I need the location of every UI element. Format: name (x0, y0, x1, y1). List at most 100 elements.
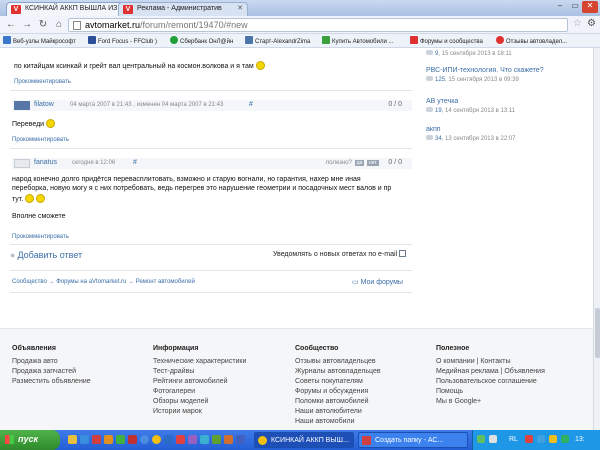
breadcrumb[interactable]: Сообщество → Форумы на aVtomarket.ru → Р… (12, 279, 195, 285)
footer-link[interactable]: Продажа запчастей (12, 367, 91, 377)
tray-icon[interactable] (525, 435, 533, 443)
address-bar[interactable]: avtomarket.ru/forum/remont/19470/#new (68, 18, 568, 32)
reply-link[interactable]: Прокомментировать (12, 234, 69, 240)
back-arrow-icon[interactable]: ← (4, 18, 18, 32)
vote-yes-button[interactable]: да (354, 160, 365, 166)
notify-email[interactable]: Уведомлять о новых ответах по e-mail (273, 250, 407, 258)
chrome-icon[interactable] (152, 435, 161, 444)
quicklaunch-icon[interactable] (80, 435, 89, 444)
bookmark-item[interactable]: Сбербанк ОнЛ@йн (170, 36, 233, 45)
notify-checkbox[interactable] (399, 250, 407, 257)
quicklaunch-icon[interactable] (128, 435, 137, 444)
footer-link[interactable]: Обзоры моделей (153, 397, 246, 407)
avatar[interactable] (14, 101, 30, 110)
avatar[interactable] (14, 159, 30, 168)
bookmark-item[interactable]: Купить Автомобили ... (322, 36, 393, 45)
footer-link[interactable]: Помощь (436, 387, 545, 397)
quicklaunch-icon[interactable] (140, 435, 149, 444)
taskbar-window-button[interactable]: Создать папку - АС... (358, 432, 468, 448)
tray-icon[interactable] (477, 435, 485, 443)
sidebar-topic[interactable]: акпп 34, 13 сентября 2013 в 22:07 (426, 126, 516, 142)
topic-meta: 125, 15 сентября 2013 в 09:39 (426, 76, 544, 83)
footer-link[interactable]: Продажа авто (12, 357, 91, 367)
footer-link[interactable]: Мы в Google+ (436, 397, 545, 407)
footer-heading: Сообщество (295, 345, 339, 352)
bookmark-item[interactable]: Ford Focus - FFClub ) (88, 36, 157, 45)
footer-link[interactable]: Разместить объявление (12, 377, 91, 387)
vote-no-button[interactable]: нет (366, 160, 379, 166)
close-window-icon[interactable]: ✕ (582, 1, 598, 13)
reply-link[interactable]: Прокомментировать (12, 137, 69, 143)
site-favicon-icon (410, 36, 418, 44)
reply-link[interactable]: Прокомментировать (14, 79, 71, 85)
quicklaunch-icon[interactable] (188, 435, 197, 444)
quicklaunch-icon[interactable] (212, 435, 221, 444)
start-button[interactable]: пуск (0, 430, 60, 450)
footer-link[interactable]: Отзывы автовладельцев (295, 357, 381, 367)
quicklaunch-icon[interactable] (68, 435, 77, 444)
site-icon (496, 36, 504, 44)
comment-anchor-link[interactable]: # (133, 159, 137, 166)
maximize-icon[interactable]: ▭ (567, 1, 583, 13)
tray-icon[interactable] (489, 435, 497, 443)
footer-link[interactable]: Истории марок (153, 407, 246, 417)
quicklaunch-icon[interactable] (104, 435, 113, 444)
footer-link[interactable]: Технические характеристики (153, 357, 246, 367)
tray-icon[interactable] (537, 435, 545, 443)
section-divider (10, 292, 412, 293)
quicklaunch-icon[interactable] (164, 435, 173, 444)
home-icon[interactable]: ⌂ (52, 18, 66, 32)
add-answer-button[interactable]: ● Добавить ответ (10, 250, 82, 260)
tray-icon[interactable] (561, 435, 569, 443)
minimize-icon[interactable]: – (552, 1, 568, 13)
footer-link[interactable]: О компании | Контакты (436, 357, 545, 367)
footer-link[interactable]: Советы покупателям (295, 377, 381, 387)
footer-link[interactable]: Форумы и обсуждения (295, 387, 381, 397)
quicklaunch-icon[interactable] (92, 435, 101, 444)
quicklaunch-icon[interactable] (116, 435, 125, 444)
bookmark-item[interactable]: Отзывы автовладел... (496, 36, 567, 45)
comment-anchor-link[interactable]: # (249, 101, 253, 108)
scrollbar-thumb[interactable] (595, 308, 600, 358)
footer-link[interactable]: Поломки автомобилей (295, 397, 381, 407)
quicklaunch-icon[interactable] (176, 435, 185, 444)
forum-icon: ▭ (352, 279, 361, 286)
language-indicator[interactable]: RL (509, 436, 518, 443)
my-forums-link[interactable]: ▭ Мои форумы (352, 278, 403, 286)
page-scrollbar[interactable] (593, 48, 600, 430)
footer-link[interactable]: Тест-драйвы (153, 367, 246, 377)
bookmark-item[interactable]: Старт-AlexandrZima (245, 36, 310, 45)
footer-link[interactable]: Наши автолюбители (295, 407, 381, 417)
footer-link[interactable]: Рейтинги автомобилей (153, 377, 246, 387)
browser-tab[interactable]: V Реклама - Административ ✕ (118, 2, 248, 16)
quicklaunch-icon[interactable] (224, 435, 233, 444)
reload-icon[interactable]: ↻ (36, 18, 50, 32)
comment-text: народ конечно долго придётся перевасплит… (12, 176, 361, 183)
topic-title[interactable]: акпп (426, 126, 516, 133)
footer-link[interactable]: Медийная реклама | Объявления (436, 367, 545, 377)
footer-link[interactable]: Фотогалереи (153, 387, 246, 397)
sidebar-topic[interactable]: АВ утечка 19, 14 сентября 2013 в 13:11 (426, 98, 515, 114)
comment-text: переборка, новую могу я с них потребоват… (12, 185, 392, 192)
browser-tab-active[interactable]: V КСИНКАЙ АККП ВЫШЛА ИЗ ✕ (6, 2, 136, 16)
topic-title[interactable]: РВС-ИПИ-технология. Что скажете? (426, 67, 544, 74)
taskbar-window-button[interactable]: КСИНКАЙ АККП ВЫШ... (254, 432, 354, 448)
footer-link[interactable]: Пользовательское соглашение (436, 377, 545, 387)
sidebar-topic[interactable]: РВС-ИПИ-технология. Что скажете? 125, 15… (426, 67, 544, 83)
topic-meta: 19, 14 сентября 2013 в 13:11 (426, 107, 515, 114)
bookmark-item[interactable]: Веб-узлы Майкрософт (3, 36, 76, 45)
forward-arrow-icon[interactable]: → (20, 18, 34, 32)
footer-link[interactable]: Журналы автовладельцев (295, 367, 381, 377)
settings-wrench-icon[interactable]: ⚙ (587, 18, 596, 29)
bookmark-item[interactable]: Форумы и сообщества (410, 36, 483, 45)
sidebar-topic[interactable]: 9, 15 сентября 2013 в 18:11 (426, 48, 512, 57)
topic-title[interactable]: АВ утечка (426, 98, 515, 105)
bookmark-star-icon[interactable]: ☆ (573, 18, 582, 29)
comment-author[interactable]: filatow (34, 101, 54, 108)
quicklaunch-icon[interactable] (200, 435, 209, 444)
close-tab-icon[interactable]: ✕ (237, 4, 243, 12)
quicklaunch-icon[interactable] (236, 435, 245, 444)
comment-author[interactable]: fanatus (34, 159, 57, 166)
tray-icon[interactable] (549, 435, 557, 443)
footer-link[interactable]: Наши автомобили (295, 417, 381, 427)
